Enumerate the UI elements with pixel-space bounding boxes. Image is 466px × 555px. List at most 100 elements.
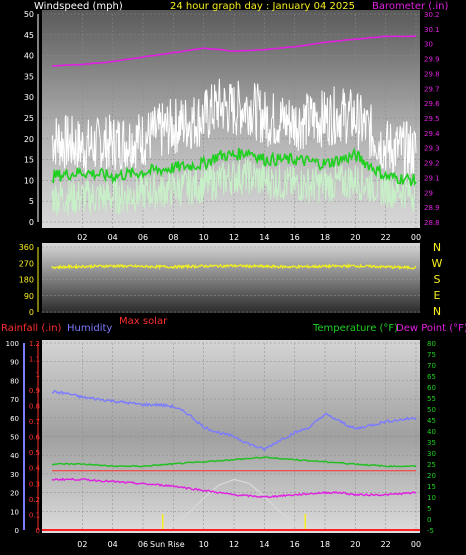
humidity-y-tick-label: 100	[6, 340, 19, 348]
temp-x-tick-label: 02	[77, 540, 87, 549]
humidity-y-tick-label: 40	[10, 452, 19, 460]
wind-y-tick-label: 25	[24, 114, 34, 123]
temp-y-tick-label: 65	[427, 373, 436, 381]
temp-y-tick-label: 20	[427, 472, 436, 480]
temp-y-tick-label: 70	[427, 362, 436, 370]
barometer-y-tick-label: 29.2	[424, 160, 440, 168]
temp-x-tick-label: 10	[199, 540, 209, 549]
wind-y-tick-label: 10	[24, 176, 34, 185]
temp-y-tick-label: 80	[427, 340, 436, 348]
rain-y-tick-label: 0.4	[29, 465, 41, 473]
wind-x-tick-label: 12	[229, 233, 239, 242]
compass-label: W	[432, 257, 443, 270]
barometer-y-tick-label: 28.8	[424, 219, 440, 227]
wind-y-tick-label: 50	[24, 10, 34, 19]
wind-y-tick-label: 40	[24, 52, 34, 61]
temp-y-tick-label: 75	[427, 351, 436, 359]
compass-label: E	[434, 289, 441, 302]
humidity-y-tick-label: 20	[10, 490, 19, 498]
wind-x-tick-label: 10	[199, 233, 209, 242]
rainfall-axis-label: Rainfall (.in)	[1, 323, 62, 334]
compass-label: S	[434, 273, 441, 286]
barometer-y-tick-label: 29.9	[424, 56, 440, 64]
wind-x-tick-label: 18	[320, 233, 330, 242]
barometer-y-tick-label: 30	[424, 41, 433, 49]
barometer-axis-label: Barometer (.in)	[372, 1, 448, 12]
barometer-y-tick-label: 30.1	[424, 26, 440, 34]
temp-y-tick-label: 30	[427, 450, 436, 458]
temp-x-tick-label: 16	[290, 540, 300, 549]
wind-y-tick-label: 45	[24, 31, 34, 40]
humidity-y-tick-label: 90	[10, 359, 19, 367]
wind-y-tick-label: 35	[24, 72, 34, 81]
direction-panel-bg	[42, 243, 420, 313]
wind-x-tick-label: 20	[350, 233, 360, 242]
temp-y-tick-label: 50	[427, 406, 436, 414]
temp-y-tick-label: 35	[427, 439, 436, 447]
temp-x-tick-label: 22	[381, 540, 391, 549]
weather-graph: 0510152025303540455028.828.92929.129.229…	[1, 1, 466, 549]
barometer-y-tick-label: 29.3	[424, 145, 440, 153]
humidity-y-tick-label: 10	[10, 508, 19, 516]
temperature-axis-label: Temperature (°F)	[312, 323, 398, 334]
barometer-y-tick-label: 29.6	[424, 100, 440, 108]
temp-y-tick-label: 15	[427, 483, 436, 491]
wind-x-tick-label: 22	[381, 233, 391, 242]
temp-y-tick-label: 5	[427, 505, 431, 513]
wind-x-tick-label: 14	[259, 233, 269, 242]
wind-x-tick-label: 00	[411, 233, 421, 242]
barometer-y-tick-label: 29.8	[424, 70, 440, 78]
barometer-y-tick-label: 29.1	[424, 174, 440, 182]
direction-y-tick-label: 360	[19, 243, 34, 252]
humidity-y-tick-label: 80	[10, 377, 19, 385]
temp-x-tick-label: 14	[259, 540, 269, 549]
humidity-y-tick-label: 30	[10, 471, 19, 479]
direction-y-tick-label: 90	[24, 292, 34, 301]
temp-y-tick-label: -5	[427, 527, 434, 535]
barometer-y-tick-label: 29.4	[424, 130, 440, 138]
humidity-y-tick-label: 0	[15, 527, 19, 535]
rain-y-tick-label: 0.6	[29, 434, 41, 442]
dew-point-axis-label: Dew Point (°F)	[396, 323, 466, 334]
wind-x-tick-label: 16	[290, 233, 300, 242]
max-solar-label: Max solar	[119, 316, 168, 327]
direction-y-tick-label: 180	[19, 276, 34, 285]
temp-y-tick-label: 60	[427, 384, 436, 392]
temp-x-tick-label: 18	[320, 540, 330, 549]
barometer-y-tick-label: 29.7	[424, 85, 440, 93]
humidity-y-tick-label: 60	[10, 415, 19, 423]
temp-y-tick-label: 25	[427, 461, 436, 469]
barometer-y-tick-label: 28.9	[424, 204, 440, 212]
barometer-y-tick-label: 29.5	[424, 115, 440, 123]
temp-x-tick-label: 12	[229, 540, 239, 549]
wind-y-tick-label: 15	[24, 156, 34, 165]
barometer-y-tick-label: 30.2	[424, 11, 440, 19]
sunrise-label: Sun Rise	[150, 540, 185, 549]
temp-y-tick-label: 55	[427, 395, 436, 403]
wind-x-tick-label: 02	[77, 233, 87, 242]
compass-label: N	[433, 305, 441, 318]
wind-y-tick-label: 0	[29, 218, 34, 227]
barometer-y-tick-label: 29	[424, 189, 433, 197]
temp-x-tick-label: 06	[138, 540, 148, 549]
windspeed-axis-label: Windspeed (mph)	[34, 1, 123, 12]
humidity-y-tick-label: 50	[10, 434, 19, 442]
temp-y-tick-label: 45	[427, 417, 436, 425]
wind-y-tick-label: 5	[29, 197, 34, 206]
graph-title: 24 hour graph day : January 04 2025	[170, 1, 355, 12]
wind-y-tick-label: 30	[24, 93, 34, 102]
temp-y-tick-label: 40	[427, 428, 436, 436]
temp-x-tick-label: 00	[411, 540, 421, 549]
direction-y-tick-label: 0	[29, 308, 34, 317]
temp-y-tick-label: 10	[427, 494, 436, 502]
wind-x-tick-label: 06	[138, 233, 148, 242]
temp-x-tick-label: 04	[108, 540, 118, 549]
compass-label: N	[433, 241, 441, 254]
wind-y-tick-label: 20	[24, 135, 34, 144]
wind-x-tick-label: 04	[108, 233, 118, 242]
direction-y-tick-label: 270	[19, 259, 34, 268]
wind-x-tick-label: 08	[168, 233, 178, 242]
temp-y-tick-label: 0	[427, 516, 431, 524]
humidity-axis-label: Humidity	[67, 323, 112, 334]
temp-x-tick-label: 20	[350, 540, 360, 549]
